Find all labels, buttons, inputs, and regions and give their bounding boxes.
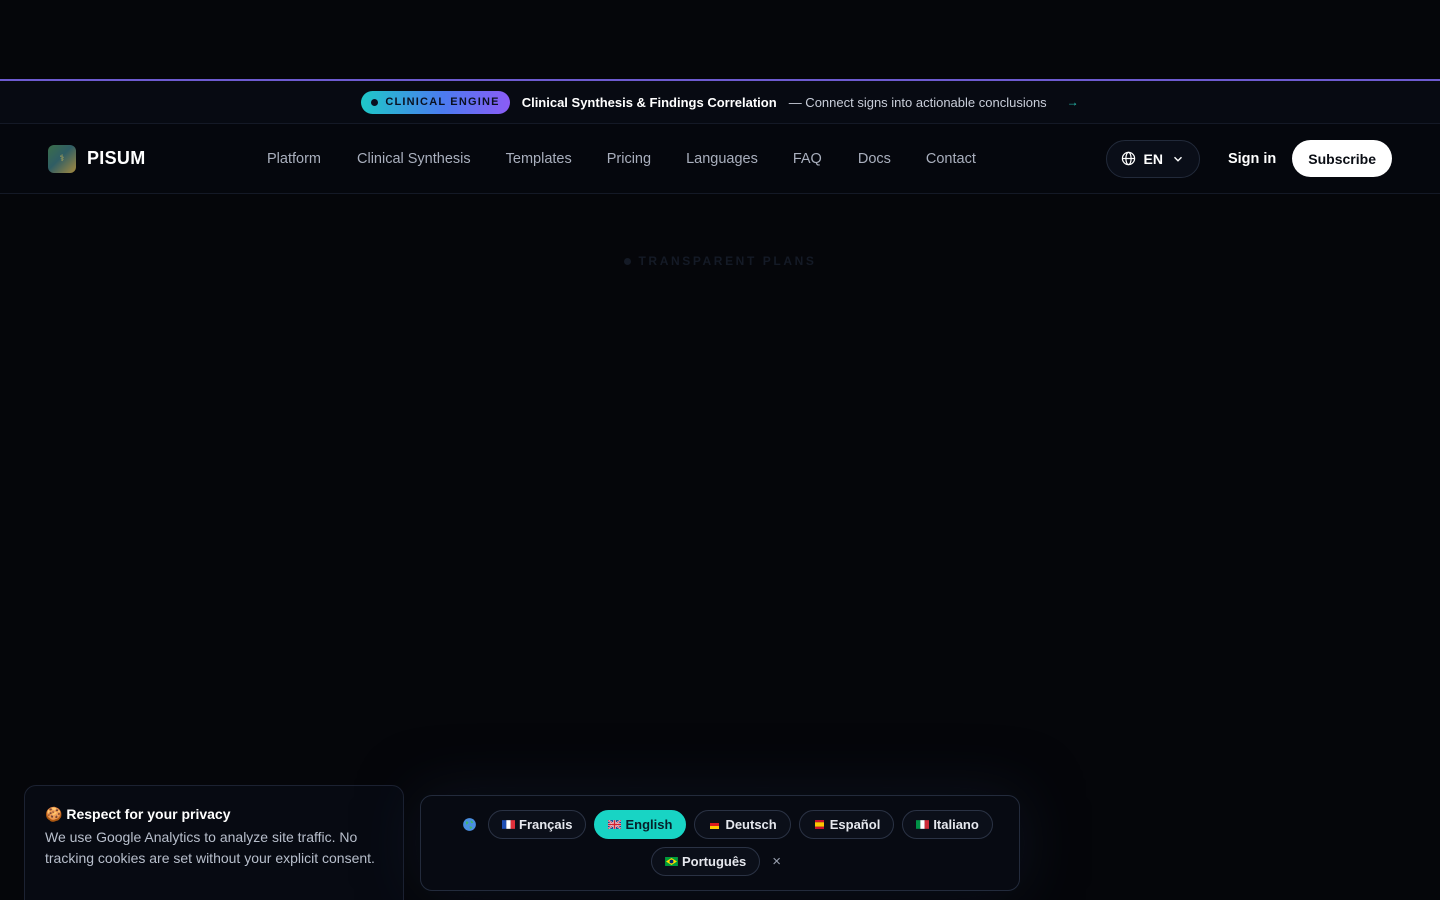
- announcement-bar[interactable]: CLINICAL ENGINE Clinical Synthesis & Fin…: [0, 81, 1440, 124]
- brand-link[interactable]: ⚕ PISUM: [48, 144, 146, 173]
- language-option-pt[interactable]: Português: [651, 847, 761, 876]
- language-switcher-bar: Français English Deutsch Español Italian…: [420, 795, 1020, 891]
- nav-link-clinical-synthesis[interactable]: Clinical Synthesis: [357, 151, 471, 167]
- language-option-fr[interactable]: Français: [488, 810, 587, 839]
- subscribe-button[interactable]: Subscribe: [1292, 140, 1392, 177]
- arrow-right-icon[interactable]: →: [1067, 95, 1079, 109]
- italy-flag-icon: [916, 820, 930, 829]
- language-selector[interactable]: EN: [1105, 139, 1200, 178]
- nav-link-templates[interactable]: Templates: [506, 151, 572, 167]
- nav-actions: EN Sign in Subscribe: [1105, 139, 1392, 178]
- badge-label: CLINICAL ENGINE: [385, 96, 500, 108]
- language-option-en[interactable]: English: [594, 810, 687, 839]
- nav-link-contact[interactable]: Contact: [926, 151, 976, 167]
- brand-name: PISUM: [87, 148, 146, 168]
- brazil-flag-icon: [665, 857, 678, 866]
- cookie-title: 🍪 Respect for your privacy: [45, 806, 383, 823]
- close-icon[interactable]: ×: [772, 853, 781, 870]
- pisum-logo-icon: ⚕: [48, 144, 76, 173]
- nav-links: Platform Clinical Synthesis Templates Pr…: [267, 151, 976, 167]
- announcement-description: — Connect signs into actionable conclusi…: [788, 94, 1047, 110]
- language-option-label: Français: [519, 817, 573, 832]
- hero-eyebrow: TRANSPARENT PLANS: [0, 254, 1440, 268]
- signin-link[interactable]: Sign in: [1228, 151, 1276, 167]
- eyebrow-dot-icon: [623, 258, 631, 266]
- nav-link-faq[interactable]: FAQ: [793, 151, 822, 167]
- chevron-down-icon: [1173, 156, 1182, 162]
- language-option-label: English: [625, 817, 673, 832]
- clinical-engine-badge: CLINICAL ENGINE: [361, 90, 510, 114]
- globe-icon: [1121, 151, 1135, 166]
- cookie-banner: 🍪 Respect for your privacy We use Google…: [24, 785, 404, 900]
- uk-flag-icon: [608, 820, 622, 829]
- cookie-text: We use Google Analytics to analyze site …: [45, 829, 375, 866]
- language-row: Français English Deutsch Español Italian…: [459, 810, 993, 839]
- language-row-2: Português ×: [651, 847, 781, 876]
- language-option-label: Italiano: [933, 817, 979, 832]
- nav-link-pricing[interactable]: Pricing: [607, 151, 651, 167]
- language-option-de[interactable]: Deutsch: [694, 810, 791, 839]
- nav-link-platform[interactable]: Platform: [267, 151, 321, 167]
- spain-flag-icon: [814, 820, 824, 829]
- announcement-title[interactable]: Clinical Synthesis & Findings Correlatio…: [522, 95, 777, 110]
- cookie-title-text: Respect for your privacy: [66, 806, 231, 822]
- globe-icon: [459, 815, 479, 835]
- nav-link-docs[interactable]: Docs: [858, 151, 891, 167]
- france-flag-icon: [502, 820, 515, 829]
- language-option-label: Deutsch: [725, 817, 777, 832]
- language-code: EN: [1143, 150, 1163, 167]
- language-option-es[interactable]: Español: [798, 810, 895, 839]
- language-option-label: Español: [829, 817, 881, 832]
- badge-dot-icon: [371, 98, 379, 106]
- top-spacer: [0, 0, 1440, 81]
- main-navbar: ⚕ PISUM Platform Clinical Synthesis Temp…: [0, 124, 1440, 194]
- nav-link-languages[interactable]: Languages: [686, 151, 758, 167]
- language-option-label: Português: [682, 854, 747, 869]
- germany-flag-icon: [710, 820, 720, 829]
- cookie-icon: 🍪: [45, 806, 63, 822]
- language-option-it[interactable]: Italiano: [902, 810, 993, 839]
- eyebrow-label: TRANSPARENT PLANS: [638, 254, 817, 268]
